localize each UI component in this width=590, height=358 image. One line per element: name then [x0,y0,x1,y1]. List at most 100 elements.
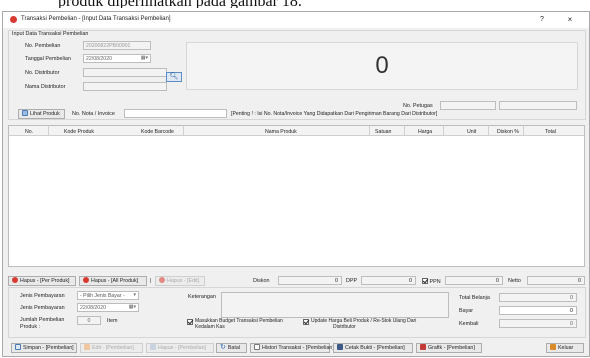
keluar-label: Keluar [558,345,574,351]
app-icon [10,16,17,23]
diskon-label: Diskon [253,278,270,284]
column-header-nama-produk: Nama Produk [265,129,297,135]
edit-label: Edit - [Pembelian] [92,345,134,351]
update-harga-label: Update Harga Beli Produk / Re-Stok Ulang… [311,318,417,324]
nota-important-note: [Penting ! : Isi No. Nota/Invoice Yang D… [231,111,438,117]
edit-button[interactable]: Edit - [Pembelian] [80,343,143,353]
search-distributor-button[interactable]: 🔍︎ [166,72,182,82]
column-divider [404,126,405,135]
search-icon: 🔍︎ [169,73,179,80]
printer-icon [337,344,343,350]
bayar-label: Bayar [459,308,474,314]
no-distributor-field[interactable] [83,68,167,77]
jenis-pembayaran-select[interactable]: - Pilih Jenis Bayar - ▾ [77,291,139,300]
jenis-pembayaran-label: Jenis Pembayaran [20,293,65,299]
tanggal-pembelian-label: Tanggal Pembelian [25,56,71,62]
update-harga-checkbox[interactable] [303,319,309,326]
delete-icon [159,277,165,283]
cetak-label: Cetak Bukti - [Pembelian] [345,345,405,351]
dpp-value: 0 [361,276,416,285]
total-belanja-label: Total Belanja [459,295,490,301]
product-table[interactable] [8,125,585,267]
simpan-button[interactable]: Simpan - [Pembelian] [11,343,77,353]
no-pembelian-field[interactable]: 20200822PB00001 [83,41,151,50]
nota-invoice-input[interactable] [124,109,227,118]
batal-label: Batal [227,345,240,351]
column-header-diskon: Diskon % [497,129,519,135]
hapus-all-produk-button[interactable]: Hapus - [All Produk] [79,276,147,286]
budget-checkbox[interactable] [187,319,193,326]
tanggal-bayar-label: Jenis Pembayaran [20,305,65,311]
grafik-label: Grafik - [Pembelian] [428,345,475,351]
grafik-button[interactable]: Grafik - [Pembelian] [416,343,482,353]
exit-icon [550,344,556,350]
column-header-harga: Harga [418,129,433,135]
column-header-kode-barcode: Kode Barcode [141,129,174,135]
input-group-title: Input Data Transaksi Pembelian [12,31,89,37]
dpp-label: DPP [346,278,358,284]
column-divider [183,126,184,135]
column-divider [523,126,524,135]
cetak-button[interactable]: Cetak Bukti - [Pembelian] [333,343,413,353]
nama-distributor-label: Nama Distributor [25,84,66,90]
close-button[interactable]: × [563,14,577,26]
jumlah-pembelian-value: 0 [77,316,101,325]
ppn-checkbox[interactable]: PPN [422,278,441,285]
tanggal-pembelian-picker[interactable]: 22/08/2020 ▦▾ [83,54,151,63]
column-divider [443,126,444,135]
simpan-label: Simpan - [Pembelian] [23,345,74,351]
hapus-all-produk-label: Hapus - [All Produk] [91,278,139,284]
netto-value: 0 [527,276,585,285]
column-divider [488,126,489,135]
trash-icon [150,344,156,350]
hapus-per-produk-button[interactable]: Hapus - [Per Produk] [8,276,76,286]
ppn-check-mark [422,278,428,284]
kembali-value: 0 [499,319,577,328]
budget-check-mark [187,319,193,325]
ppn-label: PPN [429,279,441,285]
netto-label: Netto [508,278,521,284]
budget-label-cont: Kedalam Kas [195,324,225,330]
keluar-button[interactable]: Keluar [546,343,584,353]
hapus-edit-label: Hapus - [Edit] [167,278,200,284]
batal-button[interactable]: ↻ Batal [216,343,247,353]
column-header-total: Total [545,129,556,135]
nama-distributor-field[interactable] [83,82,167,91]
delete-icon [12,277,18,283]
tanggal-pembelian-value: 22/08/2020 [86,56,112,62]
document-caption: produk diperlihatkan pada gambar 18. [0,0,590,8]
total-display-value: 0 [375,52,389,79]
hapus-edit-button[interactable]: Hapus - [Edit] [155,276,205,286]
diskon-value: 0 [278,276,342,285]
no-petugas-field[interactable] [440,101,496,110]
hapus-button[interactable]: Hapus - [Pembelian] [146,343,214,353]
petugas-name-field[interactable] [499,101,577,110]
update-harga-label-cont: Distributor [333,324,356,330]
column-header-satuan: Satuan [375,129,392,135]
title-bar: Transaksi Pembelian - [Input Data Transa… [3,12,589,28]
total-belanja-value: 0 [499,293,577,302]
histori-button[interactable]: Histori Transaksi - [Pembelian] [250,343,334,353]
help-button[interactable]: ? [535,14,549,26]
chevron-down-icon: ▾ [133,292,136,298]
calendar-icon[interactable]: ▦▾ [141,55,148,61]
hapus-label: Hapus - [Pembelian] [158,345,206,351]
jenis-pembayaran-selected: - Pilih Jenis Bayar - [80,293,125,299]
column-header-kode-produk: Kode Produk [64,129,94,135]
nota-invoice-label: No. Nota / Invoice [72,111,115,117]
bar-chart-icon [420,344,426,350]
lihat-produk-button[interactable]: Lihat Produk [18,109,65,119]
document-icon [254,344,260,350]
keterangan-textarea[interactable] [221,292,449,318]
hapus-per-produk-label: Hapus - [Per Produk] [20,278,70,284]
jumlah-pembelian-label: Jumlah Pembelian [20,317,65,323]
calendar-icon[interactable]: ▦▾ [129,304,136,310]
no-distributor-label: No. Distributor [25,70,60,76]
column-header-no: No. [25,129,34,135]
button-separator: | [150,278,152,284]
tanggal-bayar-picker[interactable]: 22/08/2020 ▦▾ [77,303,139,312]
magnifier-icon [22,110,28,116]
column-divider [369,126,370,135]
bayar-input[interactable]: 0 [499,306,577,315]
ppn-value: 0 [445,276,503,285]
